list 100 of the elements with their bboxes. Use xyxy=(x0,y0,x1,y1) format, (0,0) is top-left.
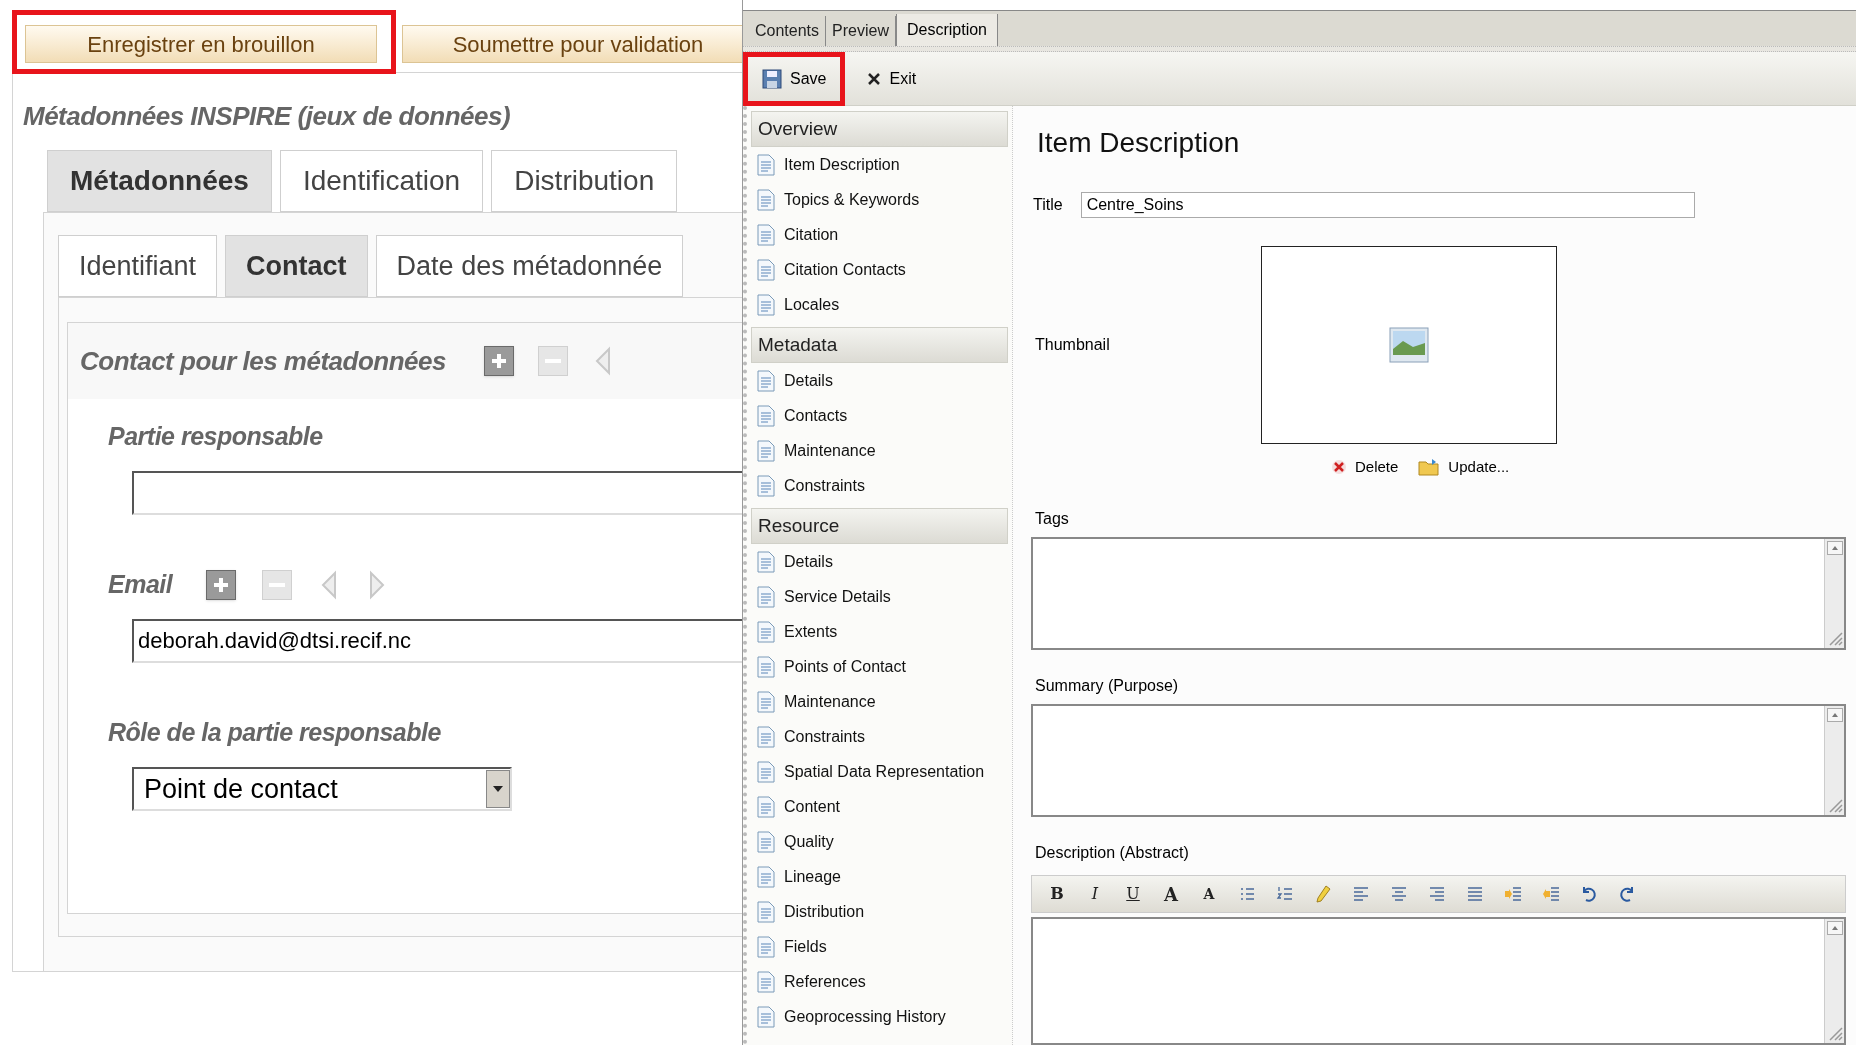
folder-icon xyxy=(1418,458,1441,477)
align-right-icon[interactable] xyxy=(1428,885,1446,904)
tags-field[interactable] xyxy=(1031,536,1846,650)
sidebar-item[interactable]: References xyxy=(751,964,1008,999)
action-button[interactable]: Enregistrer en brouillon xyxy=(25,25,377,63)
plus-icon xyxy=(212,576,231,594)
plus-icon xyxy=(489,352,508,370)
scroll-up-icon[interactable] xyxy=(1826,920,1843,935)
bold-button[interactable]: B xyxy=(1038,879,1076,910)
align-center-icon[interactable] xyxy=(1390,885,1408,904)
field-label: Thumbnail xyxy=(1034,335,1111,355)
sidebar-item[interactable]: Distribution xyxy=(751,894,1008,929)
sidebar-item[interactable]: Citation xyxy=(751,217,1008,252)
add-button[interactable] xyxy=(483,346,514,376)
sidebar-item[interactable]: Lineage xyxy=(751,859,1008,894)
description-field[interactable] xyxy=(1031,916,1846,1045)
field-label: Title xyxy=(1033,195,1063,215)
justify-icon[interactable] xyxy=(1466,885,1484,904)
sidebar-header[interactable]: Metadata xyxy=(751,327,1008,363)
field-label: Partie responsable xyxy=(108,421,323,453)
field-label: Rôle de la partie responsable xyxy=(108,717,441,749)
document-icon xyxy=(757,830,775,853)
document-icon xyxy=(757,404,775,427)
sidebar-item[interactable]: Details xyxy=(751,544,1008,579)
field-label: Email xyxy=(108,569,173,601)
indent-icon[interactable] xyxy=(1504,885,1522,904)
underline-button[interactable]: U xyxy=(1114,879,1152,910)
image-icon xyxy=(1389,327,1429,363)
section-title: Contact pour les métadonnées xyxy=(80,344,446,378)
tab[interactable]: Description xyxy=(895,14,998,46)
text-field[interactable] xyxy=(132,471,742,515)
text-field[interactable]: deborah.david@dtsi.recif.nc xyxy=(132,619,742,663)
sidebar-item[interactable]: Maintenance xyxy=(751,433,1008,468)
close-icon xyxy=(867,71,882,86)
scrollbar[interactable] xyxy=(1824,705,1844,816)
add-button[interactable] xyxy=(206,570,237,600)
close-icon xyxy=(1331,459,1347,476)
redo-icon[interactable] xyxy=(1618,885,1636,904)
sidebar-header[interactable]: Resource xyxy=(751,508,1008,544)
document-icon xyxy=(757,550,775,573)
document-icon xyxy=(757,153,775,176)
tab[interactable]: Contact xyxy=(225,235,368,297)
document-icon xyxy=(757,795,775,818)
sidebar-item[interactable]: Contacts xyxy=(751,398,1008,433)
align-left-icon[interactable] xyxy=(1352,885,1370,904)
sidebar-item[interactable]: Geoprocessing History xyxy=(751,999,1008,1034)
sidebar-item[interactable]: Content xyxy=(751,789,1008,824)
sidebar-item[interactable]: Service Details xyxy=(751,579,1008,614)
document-icon xyxy=(757,935,775,958)
document-icon xyxy=(757,223,775,246)
scrollbar[interactable] xyxy=(1824,538,1844,648)
document-icon xyxy=(757,725,775,748)
form-title: Métadonnées INSPIRE (jeux de données) xyxy=(22,100,512,133)
sidebar-item[interactable]: Citation Contacts xyxy=(751,252,1008,287)
outdent-icon[interactable] xyxy=(1542,885,1560,904)
grow-font-button[interactable]: A xyxy=(1152,879,1190,910)
title-field[interactable]: Centre_Soins xyxy=(1080,192,1695,218)
sidebar-item[interactable]: Item Description xyxy=(751,147,1008,182)
sidebar-item[interactable]: Constraints xyxy=(751,719,1008,754)
sidebar-item[interactable]: Fields xyxy=(751,929,1008,964)
document-icon xyxy=(757,439,775,462)
save-button[interactable]: Save xyxy=(743,51,846,106)
document-icon xyxy=(757,865,775,888)
sidebar-item[interactable]: Maintenance xyxy=(751,684,1008,719)
sidebar-item[interactable]: Quality xyxy=(751,824,1008,859)
sidebar-item[interactable]: Constraints xyxy=(751,468,1008,503)
dropdown[interactable]: Point de contact xyxy=(132,767,512,811)
summary-field[interactable] xyxy=(1031,703,1846,818)
scroll-up-icon[interactable] xyxy=(1826,540,1843,555)
tab[interactable]: Date des métadonnée xyxy=(375,235,684,297)
highlighter-icon[interactable] xyxy=(1314,885,1332,904)
sidebar-item[interactable]: Extents xyxy=(751,614,1008,649)
caret-icon xyxy=(493,786,503,792)
exit-button[interactable]: Exit xyxy=(853,51,931,106)
undo-icon[interactable] xyxy=(1580,885,1598,904)
sidebar-item[interactable]: Details xyxy=(751,363,1008,398)
sidebar-item[interactable]: Locales xyxy=(751,287,1008,322)
sidebar-item[interactable]: Spatial Data Representation xyxy=(751,754,1008,789)
scroll-up-icon[interactable] xyxy=(1826,707,1843,722)
sidebar-item[interactable]: Points of Contact xyxy=(751,649,1008,684)
document-icon xyxy=(757,970,775,993)
document-icon xyxy=(757,293,775,316)
shrink-font-button[interactable]: A xyxy=(1190,879,1228,910)
tab[interactable]: Identification xyxy=(279,150,484,212)
tab[interactable]: Distribution xyxy=(491,150,678,212)
scrollbar[interactable] xyxy=(1824,918,1844,1043)
tab[interactable]: Métadonnées xyxy=(47,150,272,212)
document-icon xyxy=(757,900,775,923)
document-icon xyxy=(757,188,775,211)
document-icon xyxy=(757,258,775,281)
sidebar-header[interactable]: Overview xyxy=(751,111,1008,147)
italic-button[interactable]: I xyxy=(1076,879,1114,910)
document-icon xyxy=(757,369,775,392)
page-heading: Item Description xyxy=(1036,126,1241,160)
sidebar-item[interactable]: Topics & Keywords xyxy=(751,182,1008,217)
update-button[interactable]: Update... xyxy=(1418,456,1510,479)
tab[interactable]: Identifiant xyxy=(58,235,218,297)
delete-button[interactable]: Delete xyxy=(1331,456,1399,479)
action-button[interactable]: Soumettre pour validation xyxy=(402,25,742,63)
thumbnail-frame[interactable] xyxy=(1261,246,1557,444)
